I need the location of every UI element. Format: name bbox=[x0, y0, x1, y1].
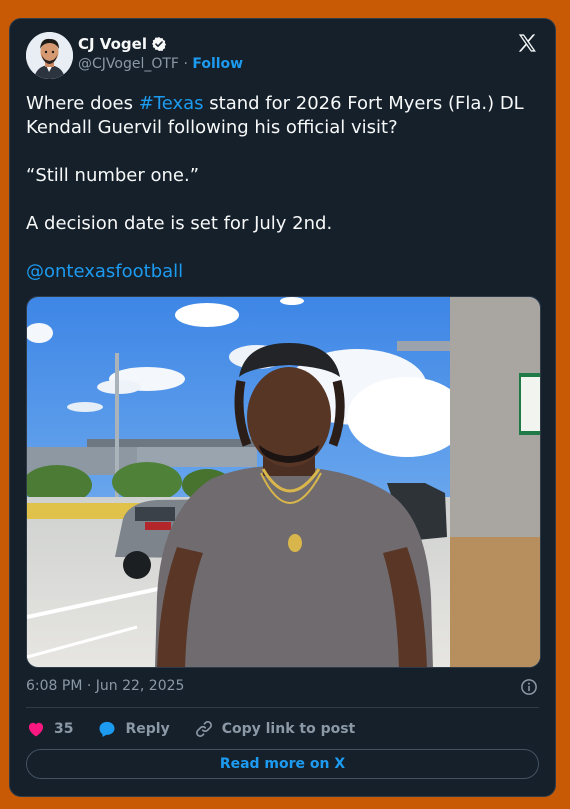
post-quote: “Still number one.” bbox=[26, 165, 200, 186]
author-name[interactable]: CJ Vogel bbox=[78, 35, 147, 53]
post-photo[interactable] bbox=[26, 296, 541, 668]
divider bbox=[26, 707, 539, 708]
post-text: Where does #Texas stand for 2026 Fort My… bbox=[26, 92, 541, 308]
post-decision: A decision date is set for July 2nd. bbox=[26, 213, 333, 234]
separator-dot: · bbox=[183, 56, 188, 72]
post-card: CJ Vogel @CJVogel_OTF · Follow Where doe… bbox=[9, 18, 556, 797]
reply-button[interactable]: Reply bbox=[97, 719, 170, 739]
author-handle[interactable]: @CJVogel_OTF bbox=[78, 56, 179, 72]
like-count: 35 bbox=[54, 721, 74, 737]
mention-link[interactable]: @ontexasfootball bbox=[26, 261, 183, 282]
text-segment: Where does bbox=[26, 93, 139, 114]
x-logo-icon[interactable] bbox=[516, 32, 539, 55]
read-more-button[interactable]: Read more on X bbox=[26, 749, 539, 779]
verified-badge-icon bbox=[151, 37, 166, 51]
author-name-row[interactable]: CJ Vogel bbox=[78, 35, 167, 53]
post-paragraph-1: Where does #Texas stand for 2026 Fort My… bbox=[26, 92, 541, 140]
reply-bubble-icon bbox=[99, 721, 115, 737]
timestamp[interactable]: 6:08 PM · Jun 22, 2025 bbox=[26, 678, 184, 694]
handle-row: @CJVogel_OTF · Follow bbox=[78, 56, 243, 72]
info-icon[interactable] bbox=[520, 678, 538, 696]
reply-label: Reply bbox=[125, 721, 170, 737]
copy-link-label: Copy link to post bbox=[221, 721, 356, 737]
avatar[interactable] bbox=[26, 32, 73, 79]
hashtag-link[interactable]: #Texas bbox=[139, 93, 204, 114]
heart-icon bbox=[28, 722, 44, 737]
action-bar: 35 Reply Copy link to post bbox=[26, 718, 379, 740]
copy-link-button[interactable]: Copy link to post bbox=[194, 719, 356, 739]
follow-button[interactable]: Follow bbox=[192, 56, 243, 72]
link-icon bbox=[195, 721, 212, 737]
like-button[interactable]: 35 bbox=[26, 719, 73, 739]
